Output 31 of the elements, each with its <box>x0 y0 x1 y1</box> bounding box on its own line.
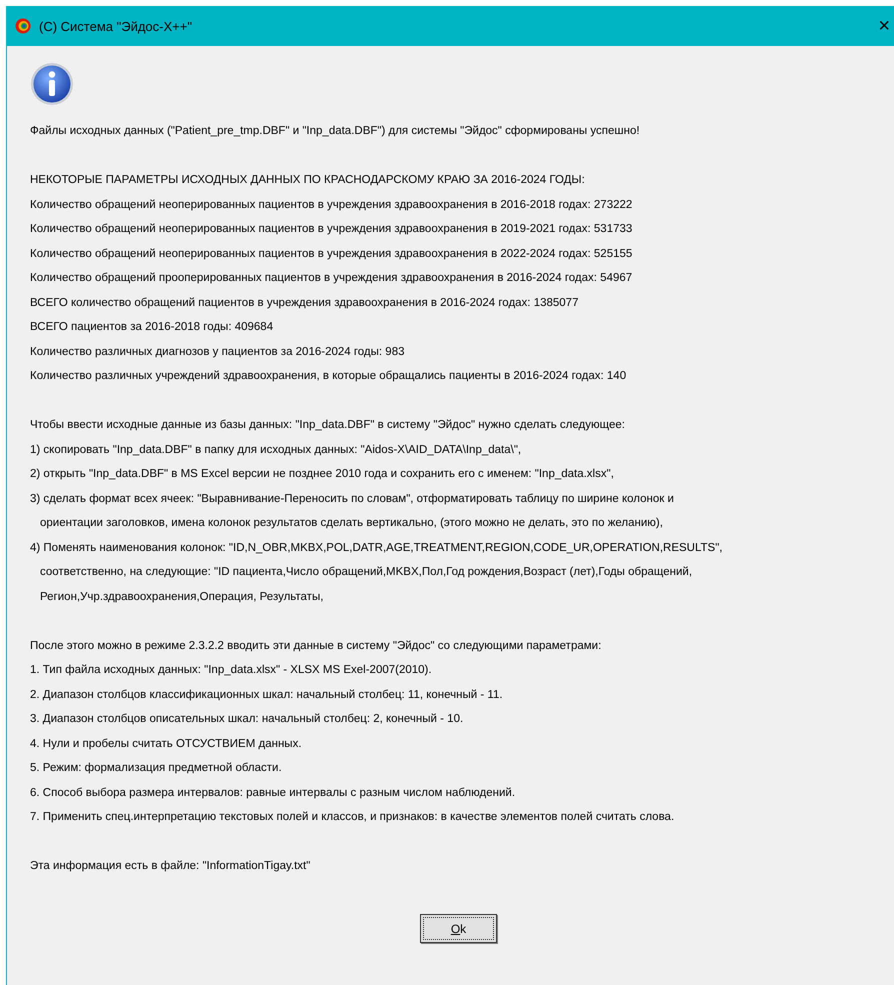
message-line: 1) скопировать "Inp_data.DBF" в папку для исходных данных: "Aidos-X\AID_DATA\Inp_data\", <box>30 442 522 458</box>
message-line: После этого можно в режиме 2.3.2.2 вводить эти данные в систему "Эйдос" со следующими параметрами: <box>30 638 602 654</box>
message-line: 1. Тип файла исходных данных: "Inp_data.xlsx" - XLSX MS Exel-2007(2010). <box>30 663 433 678</box>
ok-button[interactable]: Ok <box>420 914 497 943</box>
info-icon <box>30 62 74 106</box>
message-line: Количество обращений неоперированных пациентов в учреждения здравоохранения в 2016-2018 годах: 273222 <box>30 198 634 212</box>
message-line: 6. Способ выбора размера интервалов: равные интервалы с разным числом наблюдений. <box>30 786 516 800</box>
window-title: (C) Система "Эйдос-X++" <box>39 18 193 34</box>
message-line: ориентации заголовков, имена колонок результатов сделать вертикально, (этого можно не делать, это по желанию), <box>39 516 664 531</box>
message-line: 5. Режим: формализация предметной области. <box>30 761 283 776</box>
message-line: Эта информация есть в файле: "InformationTigay.txt" <box>30 859 312 874</box>
message-line: Регион,Учр.здравоохранения,Операция, Результаты, <box>39 590 324 604</box>
message-line: НЕКОТОРЫЕ ПАРАМЕТРЫ ИСХОДНЫХ ДАННЫХ ПО КРАСНОДАРСКОМУ КРАЮ ЗА 2016-2024 ГОДЫ: <box>30 173 586 188</box>
message-line: 4) Поменять наименования колонок: "ID,N_OBR,MKBX,POL,DATR,AGE,TREATMENT,REGION,CODE_UR,OPERATION,RESULTS", <box>30 540 724 556</box>
message-line: 4. Нули и пробелы считать ОТСУСТВИЕМ данных. <box>30 736 303 752</box>
close-button[interactable]: × <box>874 16 894 36</box>
message-line: Файлы исходных данных ("Patient_pre_tmp.DBF" и "Inp_data.DBF") для системы "Эйдос" сформированы успешно! <box>30 124 641 139</box>
message-line: Количество обращений прооперированных пациентов в учреждения здравоохранения в 2016-2024 годах: 54967 <box>30 271 634 286</box>
message-line: Количество обращений неоперированных пациентов в учреждения здравоохранения в 2019-2021 годах: 531733 <box>30 222 634 237</box>
message-line: 7. Применить спец.интерпретацию текстовых полей и классов, и признаков: в качестве элементов полей считать слова. <box>30 810 676 825</box>
message-line: 2. Диапазон столбцов классификационных шкал: начальный столбец: 11, конечный - 11. <box>30 688 504 702</box>
message-line: Количество различных учреждений здравоохранения, в которые обращались пациенты в 2016-2024 годах: 140 <box>30 369 628 384</box>
message-line: 3. Диапазон столбцов описательных шкал: начальный столбец: 2, конечный - 10. <box>30 712 464 727</box>
message-line: Количество различных диагнозов у пациентов за 2016-2024 годы: 983 <box>30 344 406 360</box>
message-line: ВСЕГО количество обращений пациентов в учреждения здравоохранения в 2016-2024 годах: 1385077 <box>30 296 580 310</box>
message-line: ВСЕГО пациентов за 2016-2018 годы: 409684 <box>30 320 274 335</box>
message-line: 2) открыть "Inp_data.DBF" в MS Excel версии не позднее 2010 года и сохранить его с именем: "Inp_data.xlsx", <box>30 467 615 482</box>
message-line: Чтобы ввести исходные данные из базы данных: "Inp_data.DBF" в систему "Эйдос" нужно сделать следующее: <box>30 418 626 433</box>
message-line: 3) сделать формат всех ячеек: "Выравнивание-Переносить по словам", отформатировать таблицу по ширине колонок и <box>30 492 675 506</box>
message-line: соответственно, на следующие: "ID пациента,Число обращений,MKBX,Пол,Год рождения,Возраст (лет),Годы обращений, <box>39 565 694 580</box>
message-line: Количество обращений неоперированных пациентов в учреждения здравоохранения в 2022-2024 годах: 525155 <box>30 246 634 262</box>
